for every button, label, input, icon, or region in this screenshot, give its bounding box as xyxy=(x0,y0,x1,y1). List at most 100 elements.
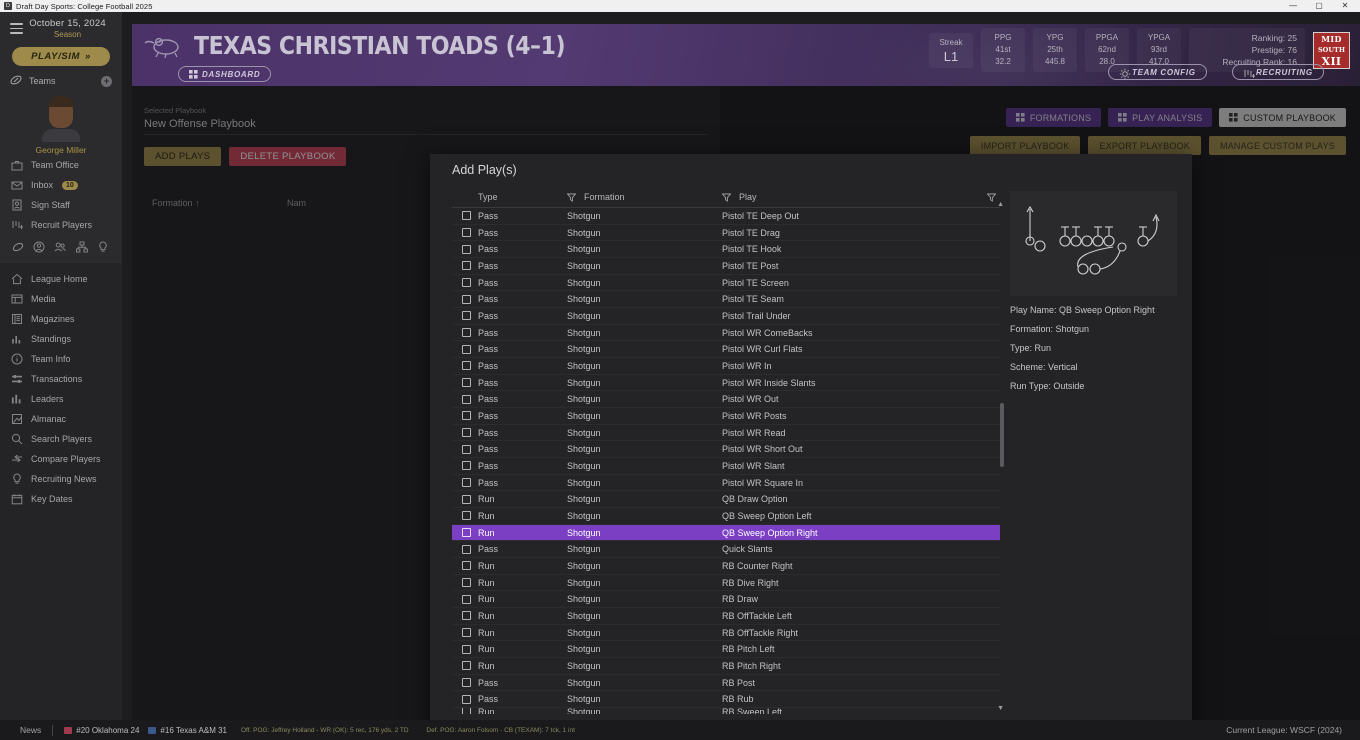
row-checkbox[interactable] xyxy=(462,561,471,570)
plays-scrollbar[interactable] xyxy=(1000,207,1004,714)
funnel-icon[interactable] xyxy=(987,193,996,202)
sidebar-item-standings[interactable]: Standings xyxy=(0,329,122,349)
sidebar-item-sign-staff[interactable]: Sign Staff xyxy=(0,195,122,215)
user-circle-icon[interactable] xyxy=(33,240,46,253)
score-item[interactable]: #20 Oklahoma 24 xyxy=(64,726,139,735)
scroll-down-arrow[interactable]: ▼ xyxy=(997,705,1004,712)
row-checkbox[interactable] xyxy=(462,478,471,487)
row-checkbox[interactable] xyxy=(462,311,471,320)
table-row[interactable]: PassShotgunRB Rub xyxy=(452,691,1004,708)
row-checkbox[interactable] xyxy=(462,261,471,270)
maximize-button[interactable]: ▢ xyxy=(1306,0,1332,12)
score-item[interactable]: #16 Texas A&M 31 xyxy=(148,726,227,735)
sidebar-item-team-info[interactable]: Team Info xyxy=(0,349,122,369)
sidebar-item-almanac[interactable]: Almanac xyxy=(0,409,122,429)
funnel-icon[interactable] xyxy=(567,193,576,202)
sidebar-item-inbox[interactable]: Inbox10 xyxy=(0,175,122,195)
row-checkbox[interactable] xyxy=(462,445,471,454)
table-row[interactable]: RunShotgunQB Sweep Option Right xyxy=(452,525,1004,542)
sidebar-item-key-dates[interactable]: Key Dates xyxy=(0,489,122,509)
row-checkbox[interactable] xyxy=(462,511,471,520)
table-row[interactable]: PassShotgunPistol WR In xyxy=(452,358,1004,375)
row-checkbox[interactable] xyxy=(462,278,471,287)
table-row[interactable]: PassShotgunPistol TE Screen xyxy=(452,275,1004,292)
football-icon[interactable] xyxy=(12,240,25,253)
row-checkbox[interactable] xyxy=(462,228,471,237)
minimize-button[interactable]: — xyxy=(1280,0,1306,12)
pill-team-config[interactable]: TEAM CONFIG xyxy=(1108,64,1207,80)
column-type[interactable]: Type xyxy=(452,192,567,202)
row-checkbox[interactable] xyxy=(462,395,471,404)
row-checkbox[interactable] xyxy=(462,595,471,604)
lightbulb-icon[interactable] xyxy=(97,240,110,253)
row-checkbox[interactable] xyxy=(462,428,471,437)
row-checkbox[interactable] xyxy=(462,295,471,304)
table-row[interactable]: PassShotgunPistol WR Square In xyxy=(452,475,1004,492)
table-row[interactable]: PassShotgunPistol TE Post xyxy=(452,258,1004,275)
table-row[interactable]: PassShotgunPistol WR Inside Slants xyxy=(452,375,1004,392)
sidebar-item-leaders[interactable]: Leaders xyxy=(0,389,122,409)
tab-dashboard[interactable]: DASHBOARD xyxy=(178,66,271,82)
table-row[interactable]: RunShotgunQB Sweep Option Left xyxy=(452,508,1004,525)
row-checkbox[interactable] xyxy=(462,611,471,620)
sidebar-item-teams[interactable]: Teams + xyxy=(0,66,122,94)
sidebar-item-team-office[interactable]: Team Office xyxy=(0,155,122,175)
sidebar-item-media[interactable]: Media xyxy=(0,289,122,309)
table-row[interactable]: RunShotgunRB Pitch Right xyxy=(452,658,1004,675)
table-row[interactable]: PassShotgunPistol TE Hook xyxy=(452,241,1004,258)
table-row[interactable]: PassShotgunPistol WR ComeBacks xyxy=(452,325,1004,342)
scrollbar-thumb[interactable] xyxy=(1000,403,1004,467)
table-row[interactable]: PassShotgunPistol WR Short Out xyxy=(452,441,1004,458)
sidebar-item-recruiting-news[interactable]: Recruiting News xyxy=(0,469,122,489)
sidebar-item-search-players[interactable]: Search Players xyxy=(0,429,122,449)
hamburger-menu-icon[interactable] xyxy=(10,23,23,37)
add-team-icon[interactable]: + xyxy=(101,76,112,87)
row-checkbox[interactable] xyxy=(462,495,471,504)
table-row[interactable]: RunShotgunRB OffTackle Right xyxy=(452,625,1004,642)
row-checkbox[interactable] xyxy=(462,545,471,554)
sidebar-item-compare-players[interactable]: Compare Players xyxy=(0,449,122,469)
table-row[interactable]: PassShotgunPistol WR Slant xyxy=(452,458,1004,475)
table-row[interactable]: PassShotgunPistol WR Out xyxy=(452,391,1004,408)
funnel-icon[interactable] xyxy=(722,193,731,202)
sidebar-item-transactions[interactable]: Transactions xyxy=(0,369,122,389)
users-icon[interactable] xyxy=(54,240,67,253)
row-checkbox[interactable] xyxy=(462,361,471,370)
table-row[interactable]: PassShotgunPistol WR Posts xyxy=(452,408,1004,425)
plays-table-body[interactable]: PassShotgunPistol TE Deep OutPassShotgun… xyxy=(452,207,1004,714)
row-checkbox[interactable] xyxy=(462,628,471,637)
play-sim-button[interactable]: PLAY/SIM » xyxy=(12,47,110,66)
table-row[interactable]: RunShotgunRB Dive Right xyxy=(452,575,1004,592)
sidebar-item-recruit-players[interactable]: Recruit Players xyxy=(0,215,122,235)
close-window-button[interactable]: ✕ xyxy=(1332,0,1358,12)
row-checkbox[interactable] xyxy=(462,378,471,387)
table-row[interactable]: RunShotgunRB OffTackle Left xyxy=(452,608,1004,625)
table-row[interactable]: PassShotgunQuick Slants xyxy=(452,541,1004,558)
table-row[interactable]: PassShotgunPistol TE Drag xyxy=(452,225,1004,242)
table-row[interactable]: PassShotgunPistol TE Deep Out xyxy=(452,208,1004,225)
row-checkbox[interactable] xyxy=(462,345,471,354)
row-checkbox[interactable] xyxy=(462,411,471,420)
table-row[interactable]: PassShotgunRB Post xyxy=(452,675,1004,692)
row-checkbox[interactable] xyxy=(462,528,471,537)
row-checkbox[interactable] xyxy=(462,328,471,337)
table-row[interactable]: PassShotgunPistol Trail Under xyxy=(452,308,1004,325)
sidebar-item-league-home[interactable]: League Home xyxy=(0,269,122,289)
table-row[interactable]: RunShotgunRB Draw xyxy=(452,591,1004,608)
org-chart-icon[interactable] xyxy=(76,240,89,253)
pill-recruiting[interactable]: RECRUITING xyxy=(1232,64,1324,80)
row-checkbox[interactable] xyxy=(462,578,471,587)
row-checkbox[interactable] xyxy=(462,678,471,687)
user-profile[interactable]: George Miller xyxy=(0,94,122,155)
row-checkbox[interactable] xyxy=(462,645,471,654)
row-checkbox[interactable] xyxy=(462,211,471,220)
sidebar-item-magazines[interactable]: Magazines xyxy=(0,309,122,329)
row-checkbox[interactable] xyxy=(462,245,471,254)
row-checkbox[interactable] xyxy=(462,661,471,670)
table-row[interactable]: RunShotgunQB Draw Option xyxy=(452,491,1004,508)
table-row[interactable]: RunShotgunRB Pitch Left xyxy=(452,641,1004,658)
column-play[interactable]: Play xyxy=(722,192,1004,202)
table-row[interactable]: PassShotgunPistol WR Curl Flats xyxy=(452,341,1004,358)
column-formation[interactable]: Formation xyxy=(567,192,722,202)
row-checkbox[interactable] xyxy=(462,695,471,704)
